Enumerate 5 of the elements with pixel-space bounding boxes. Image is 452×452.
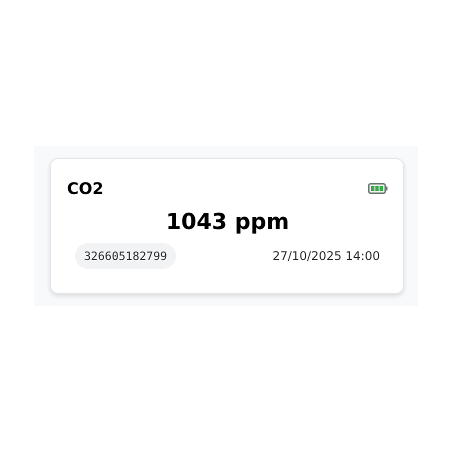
sensor-name: CO2 (67, 179, 104, 198)
device-id-tag: 326605182799 (75, 243, 176, 269)
timestamp: 27/10/2025 14:00 (272, 249, 380, 263)
battery-icon (368, 183, 388, 194)
sensor-reading: 1043 ppm (164, 210, 290, 235)
